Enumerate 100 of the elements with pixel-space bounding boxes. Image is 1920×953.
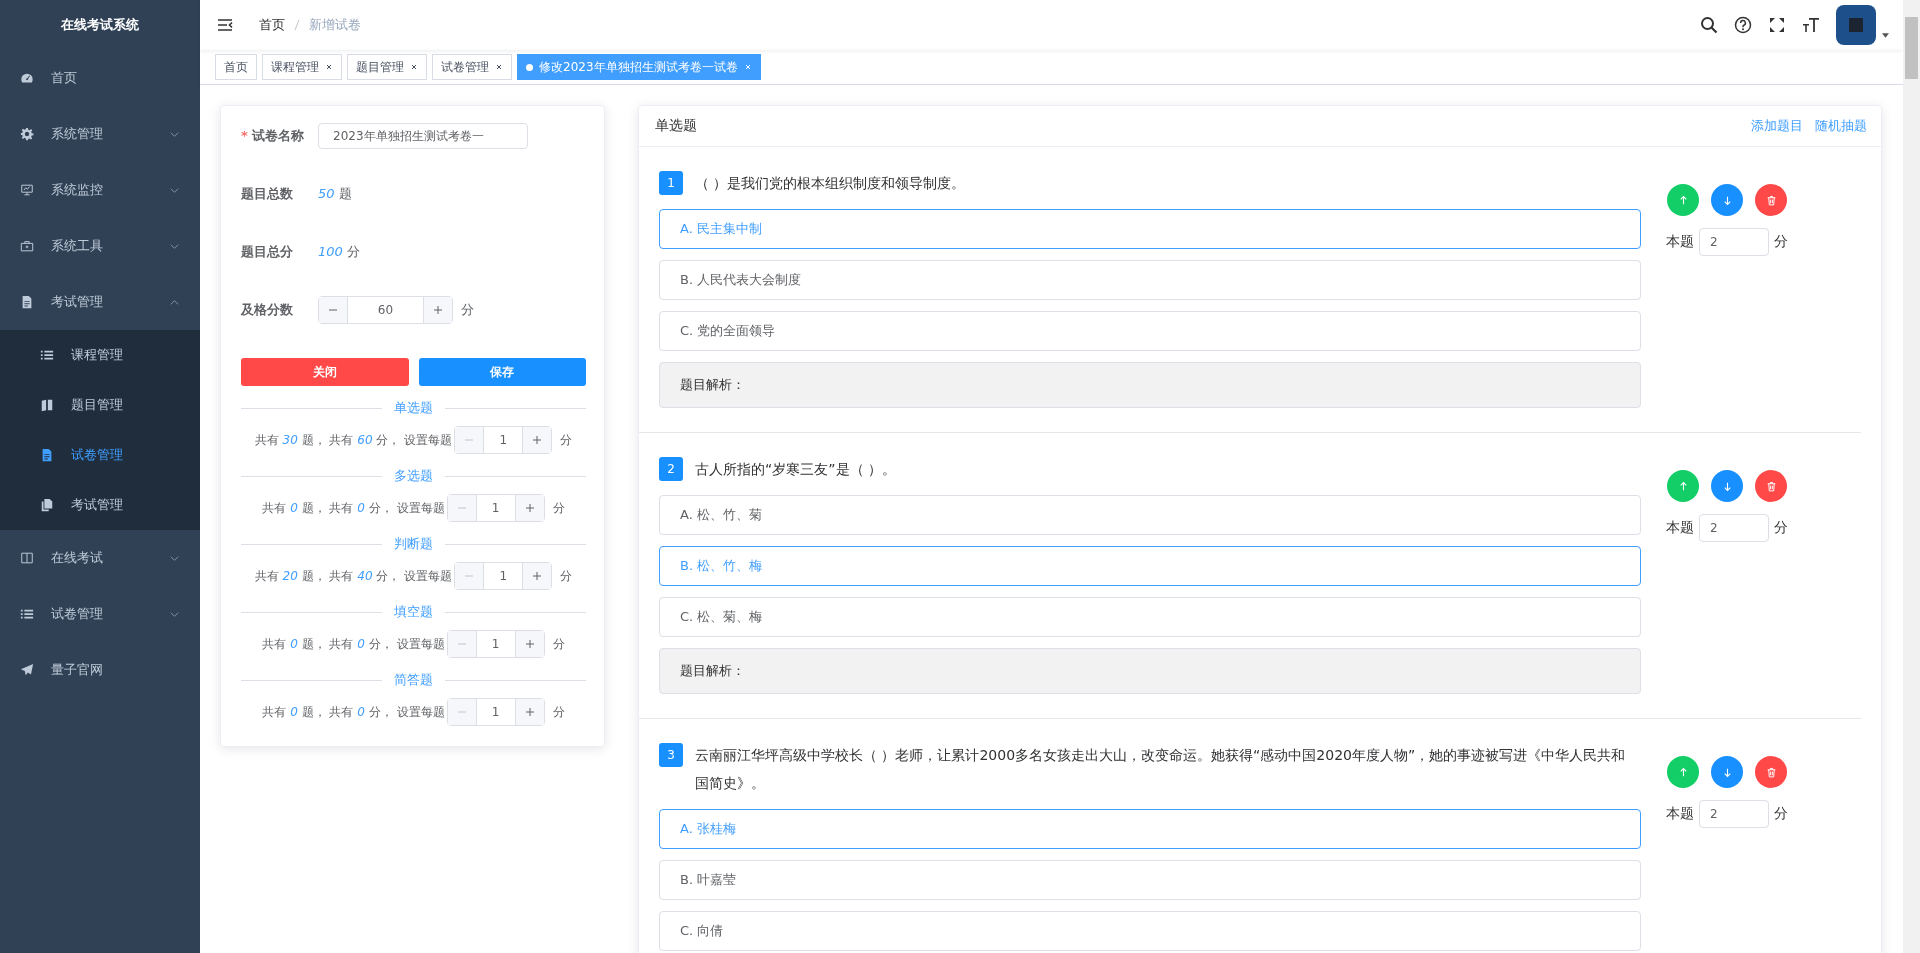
section-title: 简答题: [394, 671, 433, 689]
pass-score-stepper[interactable]: 60: [318, 296, 453, 324]
submenu-item[interactable]: 题目管理: [0, 380, 200, 430]
question-text: 古人所指的“岁寒三友”是（ ）。: [695, 460, 897, 479]
submenu-item[interactable]: 课程管理: [0, 330, 200, 380]
list-icon: [40, 348, 54, 362]
menu-item[interactable]: 试卷管理: [0, 586, 200, 642]
section-title: 单选题: [394, 399, 433, 417]
move-down-button[interactable]: [1711, 184, 1743, 216]
list-icon: [20, 607, 34, 621]
answer-option[interactable]: C. 松、菊、梅: [659, 597, 1641, 637]
delete-button[interactable]: [1755, 470, 1787, 502]
field-label: 题目总数: [241, 185, 294, 203]
submenu-item[interactable]: 试卷管理: [0, 430, 200, 480]
menu-item[interactable]: 系统管理: [0, 106, 200, 162]
help-icon[interactable]: [1734, 16, 1752, 34]
answer-option[interactable]: A. 松、竹、菊: [659, 495, 1641, 535]
trash-icon: [1765, 194, 1777, 206]
unit-label: 分: [552, 499, 565, 517]
score-input[interactable]: 2: [1699, 800, 1769, 828]
menu-item[interactable]: 在线考试: [0, 530, 200, 586]
plus-icon: [524, 503, 535, 513]
increment-button[interactable]: [514, 495, 544, 521]
copy-icon: [40, 498, 54, 512]
plus-icon: [524, 707, 535, 717]
analysis-box: 题目解析：: [659, 648, 1641, 694]
unit-label: 分: [1774, 233, 1788, 251]
paper-name-input[interactable]: 2023年单独招生测试考卷一: [318, 123, 528, 149]
per-question-score-stepper[interactable]: 1: [454, 426, 553, 454]
plus-icon: [532, 571, 543, 581]
score-input[interactable]: 2: [1699, 514, 1769, 542]
analysis-box: 题目解析：: [659, 362, 1641, 408]
menu-icon[interactable]: [217, 18, 233, 32]
question-text: 云南丽江华坪高级中学校长（ ）老师，让累计2000多名女孩走出大山，改变命运。她获得“感动中国2020年度人物”，她的事迹被写进《中华人民共和国简史》。: [695, 746, 1627, 793]
answer-option[interactable]: C. 党的全面领导: [659, 311, 1641, 351]
section-title: 多选题: [394, 467, 433, 485]
menu-item[interactable]: 系统工具: [0, 218, 200, 274]
page-tab[interactable]: 题目管理: [347, 54, 427, 80]
total-value: 50 题: [318, 185, 352, 203]
move-up-button[interactable]: [1667, 756, 1699, 788]
briefcase-icon: [20, 239, 34, 253]
move-up-button[interactable]: [1667, 470, 1699, 502]
unit-label: 分: [1774, 805, 1788, 823]
plane-icon: [20, 663, 34, 677]
scrollbar[interactable]: [1903, 0, 1920, 953]
menu-item[interactable]: 系统监控: [0, 162, 200, 218]
increment-button[interactable]: [514, 699, 544, 725]
move-down-button[interactable]: [1711, 470, 1743, 502]
increment-button[interactable]: [423, 297, 452, 323]
page-tab[interactable]: 首页: [215, 54, 257, 80]
delete-button[interactable]: [1755, 184, 1787, 216]
score-input[interactable]: 2: [1699, 228, 1769, 256]
section-summary: 共有 0 题， 共有 0 分， 设置每题: [262, 703, 445, 721]
section-summary: 共有 0 题， 共有 0 分， 设置每题: [262, 635, 445, 653]
fullscreen-icon[interactable]: [1768, 16, 1786, 34]
submenu-item[interactable]: 考试管理: [0, 480, 200, 530]
panel-title: 单选题: [655, 117, 697, 135]
unit-label: 分: [1774, 519, 1788, 537]
per-question-score-stepper[interactable]: 1: [454, 562, 553, 590]
font-size-icon[interactable]: [1802, 16, 1820, 34]
question-number: 3: [659, 743, 683, 767]
delete-button[interactable]: [1755, 756, 1787, 788]
menu-item[interactable]: 量子官网: [0, 642, 200, 698]
doc-icon: [20, 295, 34, 309]
breadcrumb-separator-icon: [294, 19, 300, 31]
trash-icon: [1765, 766, 1777, 778]
answer-option[interactable]: B. 人民代表大会制度: [659, 260, 1641, 300]
breadcrumb-item[interactable]: 首页: [259, 16, 285, 34]
trash-icon: [1765, 480, 1777, 492]
close-icon[interactable]: [495, 63, 503, 71]
doc-icon: [40, 448, 54, 462]
close-icon[interactable]: [410, 63, 418, 71]
answer-option[interactable]: B. 叶嘉莹: [659, 860, 1641, 900]
section-summary: 共有 0 题， 共有 0 分， 设置每题: [262, 499, 445, 517]
decrement-button[interactable]: [319, 297, 348, 323]
increment-button[interactable]: [522, 427, 552, 453]
score-label: 本题: [1666, 519, 1694, 537]
menu-item[interactable]: 首页: [0, 50, 200, 106]
section-summary: 共有 20 题， 共有 40 分， 设置每题: [254, 567, 453, 585]
plus-icon: [433, 305, 443, 315]
menu-item[interactable]: 考试管理: [0, 274, 200, 330]
move-down-button[interactable]: [1711, 756, 1743, 788]
close-icon[interactable]: [325, 63, 333, 71]
per-question-score-stepper[interactable]: 1: [446, 698, 545, 726]
dot-icon: [526, 63, 533, 71]
answer-option[interactable]: C. 向倩: [659, 911, 1641, 951]
page-tab[interactable]: 课程管理: [262, 54, 342, 80]
search-icon[interactable]: [1700, 16, 1718, 34]
caret-icon[interactable]: [1882, 32, 1889, 38]
per-question-score-stepper[interactable]: 1: [446, 630, 545, 658]
page-tab[interactable]: 试卷管理: [432, 54, 512, 80]
move-up-button[interactable]: [1667, 184, 1699, 216]
increment-button[interactable]: [514, 631, 544, 657]
columns-icon: [20, 551, 34, 565]
plus-icon: [532, 435, 543, 445]
increment-button[interactable]: [522, 563, 552, 589]
score-label: 本题: [1666, 233, 1694, 251]
per-question-score-stepper[interactable]: 1: [446, 494, 545, 522]
plus-icon: [524, 639, 535, 649]
avatar-image[interactable]: [1836, 5, 1876, 45]
